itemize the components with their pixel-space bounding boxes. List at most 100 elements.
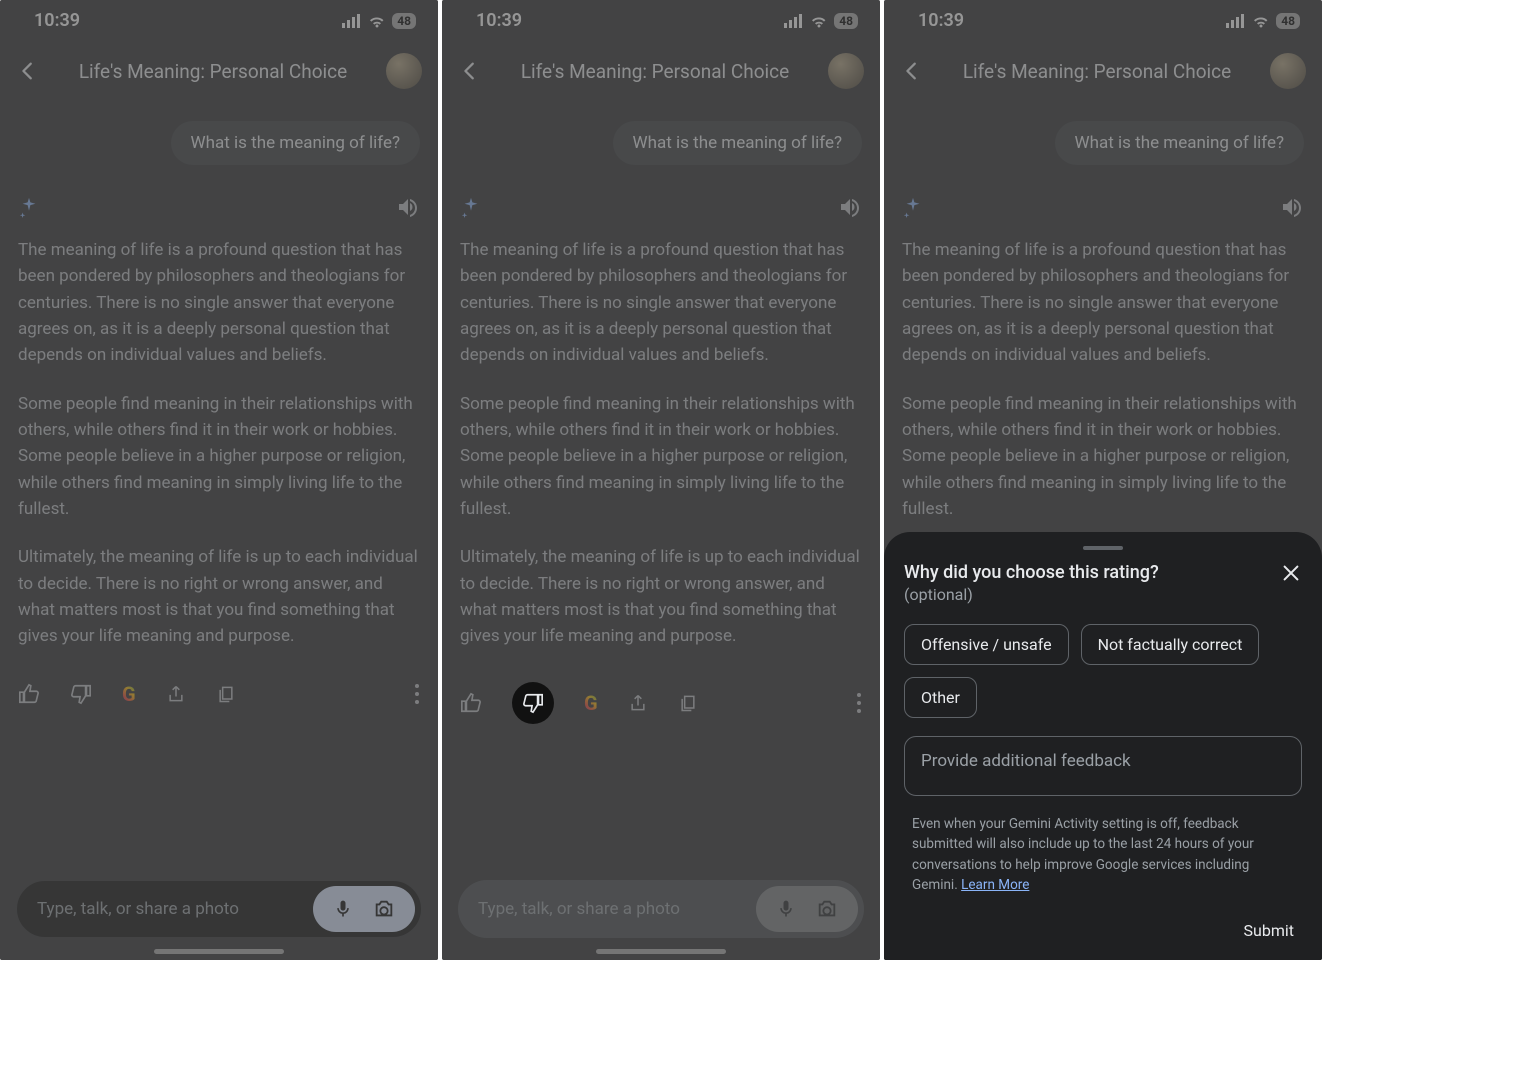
cellular-icon (784, 14, 804, 28)
feedback-chips: Offensive / unsafe Not factually correct… (904, 624, 1302, 718)
ai-header-row (460, 195, 862, 219)
status-time: 10:39 (918, 10, 964, 31)
home-indicator[interactable] (154, 949, 284, 954)
app-header: Life's Meaning: Personal Choice (442, 39, 880, 103)
chevron-left-icon (459, 60, 481, 82)
conversation-title: Life's Meaning: Personal Choice (496, 60, 814, 83)
chevron-left-icon (17, 60, 39, 82)
feedback-sheet: Why did you choose this rating? (optiona… (884, 532, 1322, 960)
chip-not-factual[interactable]: Not factually correct (1081, 624, 1260, 665)
submit-button[interactable]: Submit (904, 921, 1302, 940)
ai-paragraph: Some people find meaning in their relati… (18, 391, 420, 523)
app-header: Life's Meaning: Personal Choice (0, 39, 438, 103)
action-row: G (442, 672, 880, 724)
status-icons: 48 (1226, 13, 1300, 29)
thumbs-down-button-active[interactable] (512, 682, 554, 724)
status-bar: 10:39 48 (0, 0, 438, 39)
battery-pill: 48 (1276, 13, 1300, 29)
battery-pill: 48 (392, 13, 416, 29)
share-button[interactable] (628, 692, 648, 714)
ai-response: The meaning of life is a profound questi… (18, 237, 420, 650)
ai-header-row (902, 195, 1304, 219)
ai-response: The meaning of life is a profound questi… (460, 237, 862, 650)
thumbs-up-button[interactable] (460, 692, 482, 714)
status-bar: 10:39 48 (442, 0, 880, 39)
ai-paragraph: The meaning of life is a profound questi… (18, 237, 420, 369)
cellular-icon (1226, 14, 1246, 28)
status-icons: 48 (342, 13, 416, 29)
ai-paragraph: Some people find meaning in their relati… (902, 391, 1304, 523)
user-message-bubble: What is the meaning of life? (1055, 121, 1304, 165)
phone-screen-2: 10:39 48 Life's Meaning: Personal Choice… (442, 0, 880, 960)
ai-paragraph: The meaning of life is a profound questi… (460, 237, 862, 369)
feedback-title: Why did you choose this rating? (904, 562, 1159, 583)
sparkle-icon (18, 196, 40, 218)
feedback-text-input[interactable]: Provide additional feedback (904, 736, 1302, 796)
sparkle-icon (460, 196, 482, 218)
ai-paragraph: Ultimately, the meaning of life is up to… (18, 544, 420, 649)
status-bar: 10:39 48 (884, 0, 1322, 39)
back-button[interactable] (16, 59, 40, 83)
conversation-title: Life's Meaning: Personal Choice (938, 60, 1256, 83)
input-placeholder: Type, talk, or share a photo (478, 899, 756, 919)
mic-button[interactable] (776, 898, 796, 920)
more-button[interactable] (856, 692, 862, 714)
conversation-title: Life's Meaning: Personal Choice (54, 60, 372, 83)
avatar[interactable] (1270, 53, 1306, 89)
conversation-body: What is the meaning of life? The meaning… (442, 121, 880, 650)
wifi-icon (1252, 14, 1270, 28)
chevron-left-icon (901, 60, 923, 82)
wifi-icon (810, 14, 828, 28)
ai-paragraph: Ultimately, the meaning of life is up to… (460, 544, 862, 649)
google-icon[interactable]: G (584, 691, 598, 715)
more-button[interactable] (414, 683, 420, 705)
conversation-body: What is the meaning of life? The meaning… (884, 121, 1322, 522)
copy-button[interactable] (216, 683, 236, 705)
input-bar[interactable]: Type, talk, or share a photo (458, 880, 864, 938)
back-button[interactable] (900, 59, 924, 83)
ai-paragraph: Some people find meaning in their relati… (460, 391, 862, 523)
thumbs-down-button[interactable] (70, 683, 92, 705)
ai-response: The meaning of life is a profound questi… (902, 237, 1304, 522)
phone-screen-1: 10:39 48 Life's Meaning: Personal Choice… (0, 0, 438, 960)
close-button[interactable] (1280, 562, 1302, 584)
phone-screen-3: 10:39 48 Life's Meaning: Personal Choice… (884, 0, 1322, 960)
sparkle-icon (902, 196, 924, 218)
camera-button[interactable] (816, 898, 838, 920)
sheet-drag-handle[interactable] (1083, 546, 1123, 550)
ai-paragraph: The meaning of life is a profound questi… (902, 237, 1304, 369)
avatar[interactable] (386, 53, 422, 89)
status-icons: 48 (784, 13, 858, 29)
avatar[interactable] (828, 53, 864, 89)
conversation-body: What is the meaning of life? The meaning… (0, 121, 438, 650)
battery-pill: 48 (834, 13, 858, 29)
mic-button[interactable] (333, 898, 353, 920)
action-row: G (0, 672, 438, 706)
chip-offensive[interactable]: Offensive / unsafe (904, 624, 1069, 665)
close-icon (1280, 562, 1302, 584)
wifi-icon (368, 14, 386, 28)
status-time: 10:39 (34, 10, 80, 31)
thumbs-up-button[interactable] (18, 683, 40, 705)
feedback-optional-label: (optional) (904, 585, 1159, 604)
learn-more-link[interactable]: Learn More (961, 877, 1029, 893)
status-time: 10:39 (476, 10, 522, 31)
speaker-icon[interactable] (396, 195, 420, 219)
cellular-icon (342, 14, 362, 28)
back-button[interactable] (458, 59, 482, 83)
speaker-icon[interactable] (838, 195, 862, 219)
home-indicator[interactable] (596, 949, 726, 954)
chip-other[interactable]: Other (904, 677, 977, 718)
google-icon[interactable]: G (122, 682, 136, 706)
feedback-disclaimer: Even when your Gemini Activity setting i… (904, 814, 1302, 895)
share-button[interactable] (166, 683, 186, 705)
feedback-input-placeholder: Provide additional feedback (921, 751, 1131, 771)
ai-header-row (18, 195, 420, 219)
camera-button[interactable] (373, 898, 395, 920)
app-header: Life's Meaning: Personal Choice (884, 39, 1322, 103)
speaker-icon[interactable] (1280, 195, 1304, 219)
copy-button[interactable] (678, 692, 698, 714)
input-bar[interactable]: Type, talk, or share a photo (16, 880, 422, 938)
user-message-bubble: What is the meaning of life? (171, 121, 420, 165)
user-message-bubble: What is the meaning of life? (613, 121, 862, 165)
